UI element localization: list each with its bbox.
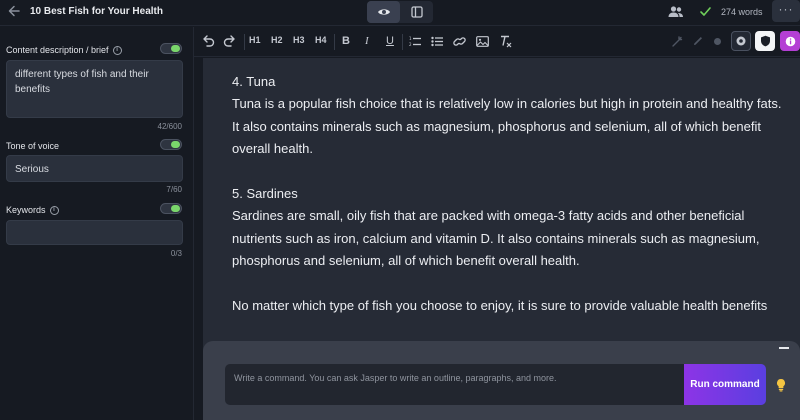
eye-icon[interactable] bbox=[367, 1, 400, 23]
keywords-toggle[interactable] bbox=[160, 203, 182, 214]
content-description-counter: 42/600 bbox=[157, 122, 182, 131]
word-count: 274 words bbox=[721, 7, 763, 17]
ordered-list-icon[interactable]: 12 bbox=[409, 36, 422, 47]
more-options-button[interactable]: ··· bbox=[772, 0, 800, 22]
content-description-field[interactable]: different types of fish and their benefi… bbox=[6, 60, 183, 118]
lightbulb-icon[interactable] bbox=[775, 378, 787, 392]
keywords-label: Keywords i bbox=[6, 205, 59, 215]
link-icon[interactable] bbox=[453, 36, 466, 47]
arrow-left-icon[interactable] bbox=[6, 4, 22, 20]
format-toolbar: H1 H2 H3 H4 B I U 12 bbox=[194, 27, 800, 57]
magic-icon[interactable] bbox=[667, 31, 687, 51]
redo-icon[interactable] bbox=[223, 35, 237, 47]
top-bar: 10 Best Fish for Your Health 274 words ·… bbox=[0, 0, 800, 26]
pen-icon[interactable] bbox=[688, 31, 708, 51]
check-icon bbox=[699, 5, 712, 18]
clear-format-icon[interactable] bbox=[499, 35, 512, 48]
run-command-button[interactable]: Run command bbox=[684, 364, 766, 405]
view-mode-toggle bbox=[367, 1, 433, 23]
tone-of-voice-field[interactable]: Serious bbox=[6, 155, 183, 182]
tone-of-voice-label: Tone of voice bbox=[6, 141, 59, 151]
content-description-label: Content description / brief i bbox=[6, 45, 122, 55]
svg-text:2: 2 bbox=[409, 42, 412, 47]
keywords-counter: 0/3 bbox=[170, 249, 182, 258]
keywords-field[interactable] bbox=[6, 220, 183, 245]
svg-text:1: 1 bbox=[409, 36, 412, 41]
settings-icon[interactable] bbox=[731, 31, 751, 51]
keywords-label-text: Keywords bbox=[6, 205, 46, 215]
heading-1-button[interactable]: H1 bbox=[249, 35, 261, 45]
paragraph-sardines[interactable]: Sardines are small, oily fish that are p… bbox=[232, 205, 782, 273]
tone-of-voice-counter: 7/60 bbox=[166, 185, 182, 194]
info-icon[interactable]: i bbox=[49, 205, 59, 215]
heading-4-button[interactable]: H4 bbox=[315, 35, 327, 45]
content-description-toggle[interactable] bbox=[160, 43, 182, 54]
bold-button[interactable]: B bbox=[342, 35, 350, 47]
content-description-label-text: Content description / brief bbox=[6, 45, 109, 55]
dot-icon[interactable] bbox=[707, 31, 727, 51]
command-input[interactable]: Write a command. You can ask Jasper to w… bbox=[225, 364, 685, 405]
document-title[interactable]: 10 Best Fish for Your Health bbox=[30, 6, 163, 17]
heading-3-button[interactable]: H3 bbox=[293, 35, 305, 45]
undo-icon[interactable] bbox=[201, 35, 215, 47]
badge-icon[interactable] bbox=[780, 31, 800, 51]
shield-icon[interactable] bbox=[755, 31, 775, 51]
paragraph-heading-sardines[interactable]: 5. Sardines bbox=[232, 183, 782, 206]
info-icon[interactable]: i bbox=[112, 45, 122, 55]
italic-button[interactable]: I bbox=[365, 35, 369, 47]
users-icon[interactable] bbox=[668, 5, 684, 19]
heading-2-button[interactable]: H2 bbox=[271, 35, 283, 45]
paragraph-tuna[interactable]: Tuna is a popular fish choice that is re… bbox=[232, 93, 782, 161]
sidebar-layout-icon[interactable] bbox=[400, 1, 433, 23]
minimize-icon[interactable] bbox=[779, 347, 789, 349]
underline-button[interactable]: U bbox=[386, 35, 394, 47]
paragraph-conclusion[interactable]: No matter which type of fish you choose … bbox=[232, 295, 782, 318]
image-icon[interactable] bbox=[476, 36, 489, 47]
paragraph-heading-tuna[interactable]: 4. Tuna bbox=[232, 71, 782, 94]
command-panel: Write a command. You can ask Jasper to w… bbox=[203, 341, 800, 420]
tone-of-voice-toggle[interactable] bbox=[160, 139, 182, 150]
bullet-list-icon[interactable] bbox=[431, 36, 444, 47]
tone-of-voice-label-text: Tone of voice bbox=[6, 141, 60, 151]
sidebar: Content description / brief i different … bbox=[0, 27, 194, 420]
